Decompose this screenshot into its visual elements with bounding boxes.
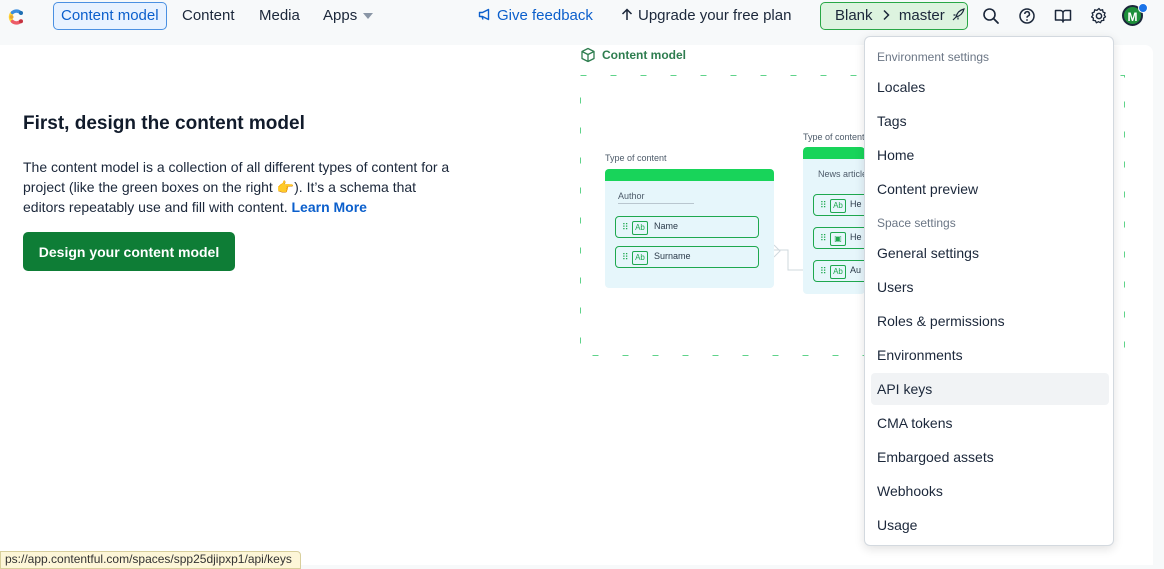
tab-media[interactable]: Media	[259, 2, 300, 30]
menu-item-general-settings[interactable]: General settings	[871, 237, 1109, 269]
drag-handle-icon: ⠿	[820, 266, 827, 276]
page-title: First, design the content model	[23, 113, 305, 134]
menu-item-content-preview[interactable]: Content preview	[871, 173, 1109, 205]
menu-item-users[interactable]: Users	[871, 271, 1109, 303]
menu-header-environment: Environment settings	[877, 50, 990, 64]
field-label: Surname	[654, 251, 691, 261]
menu-item-cma-tokens[interactable]: CMA tokens	[871, 407, 1109, 439]
contentful-logo[interactable]	[4, 5, 28, 29]
field-name: ⠿ Ab Name	[615, 216, 759, 238]
menu-item-tags[interactable]: Tags	[871, 105, 1109, 137]
field-item: ⠿ Ab Au	[813, 260, 865, 282]
media-field-icon: ▣	[830, 232, 846, 246]
text-field-icon: Ab	[830, 199, 846, 213]
card-header-bar	[605, 169, 774, 181]
card-name: Author	[618, 191, 645, 201]
chevron-right-icon	[883, 9, 890, 21]
environment-name: master	[898, 7, 945, 24]
field-surname: ⠿ Ab Surname	[615, 246, 759, 268]
field-item: ⠿ Ab He	[813, 194, 865, 216]
drag-handle-icon: ⠿	[622, 222, 629, 232]
help-icon[interactable]	[1017, 6, 1037, 26]
menu-item-home[interactable]: Home	[871, 139, 1109, 171]
menu-item-usage[interactable]: Usage	[871, 509, 1109, 541]
tab-content[interactable]: Content	[182, 2, 235, 30]
space-name: Blank	[835, 7, 873, 24]
field-label: He	[850, 199, 862, 209]
hero-description-text: The content model is a collection of all…	[23, 159, 450, 215]
menu-item-api-keys[interactable]: API keys	[871, 373, 1109, 405]
drag-handle-icon: ⠿	[820, 200, 827, 210]
hero-description: The content model is a collection of all…	[23, 157, 453, 217]
content-type-card-news: News article ⠿ Ab He ⠿ ▣ He ⠿ Ab Au	[803, 147, 865, 294]
menu-item-webhooks[interactable]: Webhooks	[871, 475, 1109, 507]
design-content-model-button[interactable]: Design your content model	[23, 232, 235, 271]
type-of-content-label: Type of content	[605, 153, 667, 163]
environment-switcher[interactable]: Blank master	[820, 2, 968, 30]
tab-apps-label: Apps	[323, 7, 358, 24]
upgrade-plan-label: Upgrade your free plan	[638, 7, 792, 24]
give-feedback-label: Give feedback	[497, 7, 593, 24]
card-name: News article	[818, 169, 865, 179]
arrow-up-icon	[621, 8, 633, 20]
tab-content-model[interactable]: Content model	[53, 2, 167, 30]
field-label: Name	[654, 221, 679, 231]
drag-handle-icon: ⠿	[622, 252, 629, 262]
notification-dot	[1138, 3, 1148, 13]
field-item: ⠿ ▣ He	[813, 227, 865, 249]
text-field-icon: Ab	[632, 221, 648, 235]
link-status-bar: ps://app.contentful.com/spaces/spp25djip…	[0, 551, 301, 569]
menu-item-embargoed-assets[interactable]: Embargoed assets	[871, 441, 1109, 473]
type-of-content-label: Type of content	[803, 132, 865, 142]
cube-icon	[581, 47, 595, 63]
menu-item-environments[interactable]: Environments	[871, 339, 1109, 371]
menu-item-roles-permissions[interactable]: Roles & permissions	[871, 305, 1109, 337]
text-field-icon: Ab	[632, 251, 648, 265]
divider	[618, 203, 694, 204]
give-feedback-link[interactable]: Give feedback	[478, 2, 593, 30]
drag-handle-icon: ⠿	[820, 233, 827, 243]
text-field-icon: Ab	[830, 265, 846, 279]
field-label: Au	[850, 265, 862, 275]
megaphone-icon	[478, 8, 490, 21]
gear-icon[interactable]	[1089, 6, 1109, 26]
search-icon[interactable]	[981, 6, 1001, 26]
tab-apps[interactable]: Apps	[323, 2, 374, 30]
top-navigation: Content model Content Media Apps Give fe…	[0, 0, 1164, 33]
upgrade-plan-link[interactable]: Upgrade your free plan	[621, 2, 791, 30]
rocket-icon	[952, 8, 965, 21]
field-label: He	[850, 232, 862, 242]
menu-item-locales[interactable]: Locales	[871, 71, 1109, 103]
menu-header-space: Space settings	[877, 216, 956, 230]
learn-more-link[interactable]: Learn More	[292, 199, 367, 215]
content-type-card-author: Author ⠿ Ab Name ⠿ Ab Surname	[605, 169, 774, 288]
card-header-bar	[803, 147, 865, 159]
settings-dropdown-menu: Environment settings Locales Tags Home C…	[864, 36, 1114, 546]
illustration-label: Content model	[602, 48, 686, 62]
book-icon[interactable]	[1053, 6, 1073, 26]
chevron-down-icon	[363, 13, 374, 20]
